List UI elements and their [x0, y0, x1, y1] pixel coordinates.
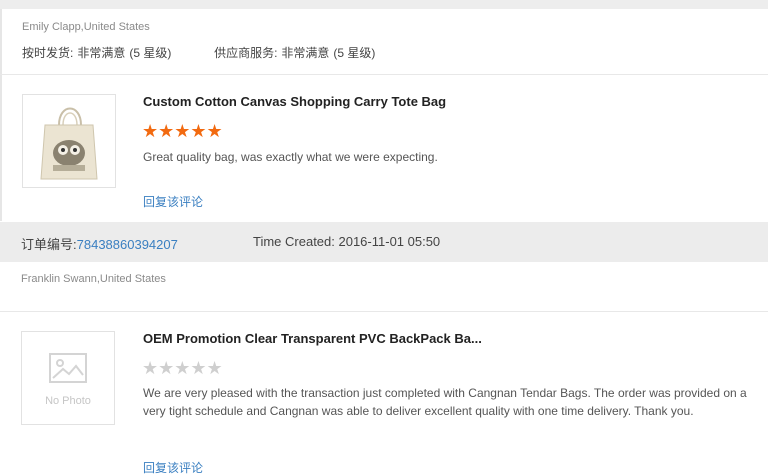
top-strip [0, 0, 768, 9]
rating-stars: ★★★★★ [142, 358, 223, 378]
product-thumbnail[interactable] [22, 94, 116, 188]
product-thumbnail[interactable]: No Photo [21, 331, 115, 425]
separator [0, 74, 768, 75]
review-comment: Great quality bag, was exactly what we w… [143, 150, 438, 164]
separator [0, 311, 768, 312]
no-photo-icon [49, 353, 87, 383]
review-comment: We are very pleased with the transaction… [143, 386, 747, 418]
tote-bag-image [40, 107, 98, 180]
order-number-label: 订单编号: [21, 237, 77, 252]
product-title[interactable]: OEM Promotion Clear Transparent PVC Back… [143, 331, 482, 346]
service-label: 供应商服务: [214, 46, 278, 60]
buyer-name: Emily Clapp,United States [22, 21, 150, 33]
order-number: 订单编号:78438860394207 [21, 234, 178, 253]
reply-review-link[interactable]: 回复该评论 [143, 193, 203, 210]
reply-review-link[interactable]: 回复该评论 [143, 459, 203, 476]
time-created: Time Created: 2016-11-01 05:50 [253, 234, 441, 249]
delivery-stars: (5 星级) [129, 46, 172, 60]
left-divider [0, 9, 2, 221]
seller-ratings: 按时发货: 非常满意 (5 星级) 供应商服务: 非常满意 (5 星级) [22, 44, 379, 61]
rating-stars: ★★★★★ [142, 121, 223, 141]
buyer-name: Franklin Swann,United States [21, 273, 166, 285]
product-title[interactable]: Custom Cotton Canvas Shopping Carry Tote… [143, 94, 446, 109]
delivery-label: 按时发货: [22, 46, 74, 60]
no-photo-label: No Photo [45, 395, 91, 407]
service-stars: (5 星级) [333, 46, 376, 60]
order-number-link[interactable]: 78438860394207 [77, 237, 178, 252]
delivery-value: 非常满意 [77, 46, 126, 60]
service-value: 非常满意 [281, 46, 330, 60]
order-bar: 订单编号:78438860394207 Time Created: 2016-1… [0, 222, 768, 262]
